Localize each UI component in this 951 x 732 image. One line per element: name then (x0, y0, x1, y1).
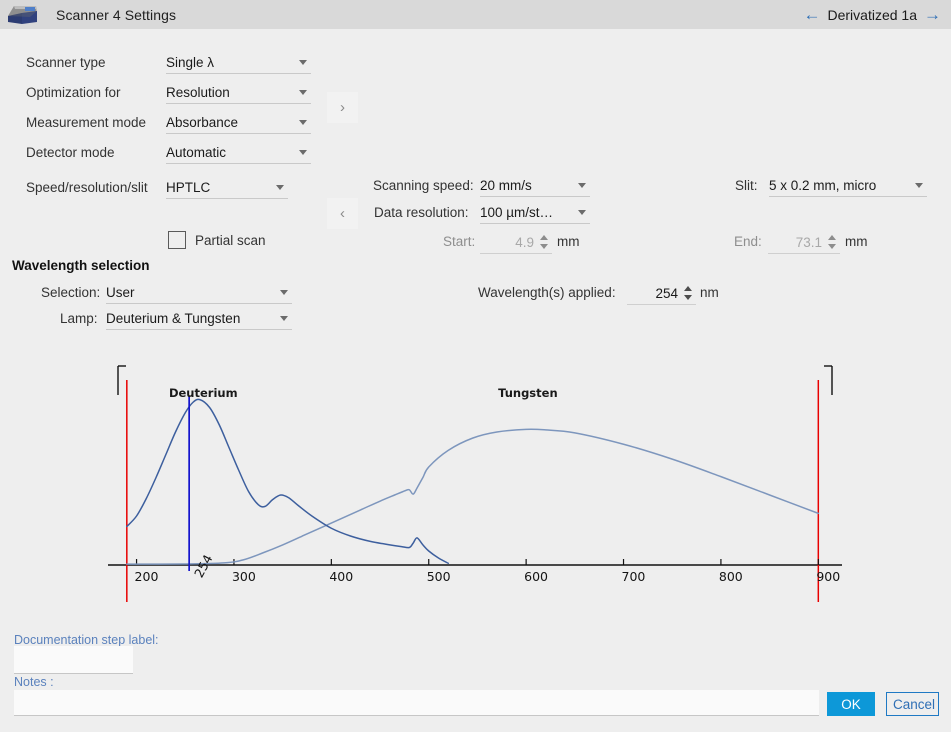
cancel-button[interactable]: Cancel (886, 692, 939, 716)
data-resolution-dropdown[interactable]: 100 µm/st… (480, 201, 590, 224)
speed-resolution-slit-label: Speed/resolution/slit (26, 180, 148, 195)
chevron-down-icon (299, 59, 307, 65)
title-bar: Scanner 4 Settings ← Derivatized 1a → (0, 0, 951, 29)
wavelengths-applied-stepper[interactable]: 254 (627, 282, 696, 305)
scanning-speed-label: Scanning speed: (373, 178, 474, 193)
x-tick-label: 200 (134, 569, 159, 584)
speed-resolution-slit-value: HPTLC (166, 179, 211, 195)
lamp-spectrum-chart: Deuterium Tungsten 200 300 400 500 600 700 800… (0, 340, 951, 620)
current-step-name: Derivatized 1a (827, 6, 918, 23)
detector-mode-label: Detector mode (26, 145, 115, 160)
next-step-arrow-icon[interactable]: → (924, 6, 941, 23)
slit-dropdown[interactable]: 5 x 0.2 mm, micro (769, 174, 927, 197)
scanner-icon (6, 4, 40, 26)
selection-dropdown[interactable]: User (106, 281, 292, 304)
stepper-arrows-icon[interactable] (540, 234, 549, 250)
optimization-for-value: Resolution (166, 84, 230, 100)
chevron-down-icon (578, 209, 586, 215)
previous-step-arrow-icon[interactable]: ← (804, 6, 821, 23)
end-unit: mm (845, 234, 868, 249)
stepper-arrows-icon[interactable] (684, 285, 693, 301)
chevron-down-icon (299, 119, 307, 125)
x-tick-label: 800 (718, 569, 743, 584)
measurement-mode-value: Absorbance (166, 114, 239, 130)
measurement-mode-label: Measurement mode (26, 115, 147, 130)
measurement-mode-dropdown[interactable]: Absorbance (166, 111, 311, 134)
start-unit: mm (557, 234, 580, 249)
documentation-step-label: Documentation step label: (14, 633, 159, 647)
scanner-type-dropdown[interactable]: Single λ (166, 51, 311, 74)
selection-label: Selection: (41, 285, 101, 300)
partial-scan-label: Partial scan (195, 232, 266, 248)
detector-mode-value: Automatic (166, 144, 227, 160)
tungsten-curve-label: Tungsten (498, 386, 558, 401)
optimization-for-label: Optimization for (26, 85, 121, 100)
deuterium-curve-label: Deuterium (168, 386, 238, 401)
chevron-down-icon (280, 315, 288, 321)
chevron-down-icon (299, 89, 307, 95)
scanning-speed-dropdown[interactable]: 20 mm/s (480, 174, 590, 197)
scanning-speed-value: 20 mm/s (480, 177, 532, 193)
slit-value: 5 x 0.2 mm, micro (769, 177, 877, 193)
selection-value: User (106, 284, 135, 300)
slit-label: Slit: (735, 178, 758, 193)
chevron-down-icon (276, 184, 284, 190)
partial-scan-checkbox[interactable]: Partial scan (168, 231, 266, 249)
start-label: Start: (443, 234, 476, 249)
start-stepper[interactable]: 4.9 (480, 231, 552, 254)
lamp-label: Lamp: (60, 311, 98, 326)
optimization-for-dropdown[interactable]: Resolution (166, 81, 311, 104)
x-tick-label: 700 (621, 569, 646, 584)
end-value: 73.1 (795, 234, 822, 250)
detector-mode-dropdown[interactable]: Automatic (166, 141, 311, 164)
wavelength-selection-heading: Wavelength selection (12, 258, 150, 273)
x-tick-label: 600 (524, 569, 548, 584)
stepper-arrows-icon[interactable] (828, 234, 837, 250)
lamp-value: Deuterium & Tungsten (106, 310, 241, 326)
wavelengths-applied-unit: nm (700, 285, 719, 300)
next-page-button[interactable]: › (327, 92, 358, 123)
chevron-down-icon (578, 182, 586, 188)
step-navigator: ← Derivatized 1a → (804, 0, 942, 29)
lamp-dropdown[interactable]: Deuterium & Tungsten (106, 307, 292, 330)
notes-input[interactable] (14, 690, 819, 716)
scanner-type-value: Single λ (166, 54, 215, 70)
window-title: Scanner 4 Settings (56, 6, 177, 23)
x-tick-label: 500 (426, 569, 451, 584)
scanner-type-label: Scanner type (26, 55, 106, 70)
chevron-down-icon (915, 182, 923, 188)
x-tick-label: 900 (816, 569, 841, 584)
end-stepper[interactable]: 73.1 (768, 231, 840, 254)
data-resolution-label: Data resolution: (374, 205, 469, 220)
chevron-down-icon (299, 149, 307, 155)
checkbox-box-icon (168, 231, 186, 249)
chevron-down-icon (280, 289, 288, 295)
notes-label: Notes : (14, 675, 54, 689)
x-tick-label: 300 (231, 569, 256, 584)
documentation-step-input[interactable] (14, 646, 133, 674)
start-value: 4.9 (515, 234, 534, 250)
wavelengths-applied-label: Wavelength(s) applied: (478, 285, 616, 300)
wavelengths-applied-value: 254 (655, 285, 678, 301)
end-label: End: (734, 234, 762, 249)
speed-resolution-slit-dropdown[interactable]: HPTLC (166, 176, 288, 199)
x-tick-label: 400 (329, 569, 354, 584)
data-resolution-value: 100 µm/st… (480, 204, 554, 220)
ok-button[interactable]: OK (827, 692, 875, 716)
previous-page-button[interactable]: ‹ (327, 198, 358, 229)
